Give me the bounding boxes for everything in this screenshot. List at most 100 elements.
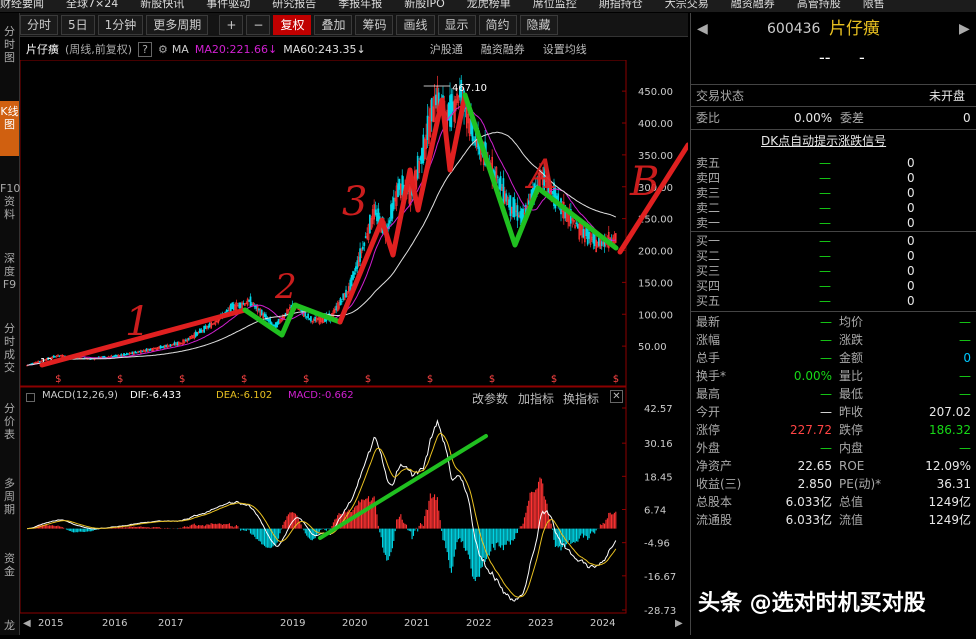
stat-row: 涨幅 — 涨跌 —: [691, 331, 976, 349]
top-menu-item[interactable]: 融资融券: [731, 0, 775, 9]
stat-row: 涨停 227.72 跌停 186.32: [691, 421, 976, 439]
zoom-out-button[interactable]: −: [246, 14, 271, 35]
order-price: —: [819, 264, 831, 278]
tab-intraday[interactable]: 分时: [20, 14, 59, 35]
overlay-button[interactable]: 叠加: [314, 14, 353, 35]
display-button[interactable]: 显示: [437, 14, 476, 35]
order-volume: 0: [907, 156, 915, 170]
top-menu-item[interactable]: 财经要闻: [0, 0, 44, 9]
scroll-left-icon[interactable]: ◀: [23, 618, 31, 629]
left-nav-item[interactable]: 多周期: [0, 473, 19, 528]
candle-body: [185, 339, 187, 342]
stat-row: 流通股 6.033亿 流值 1249亿: [691, 511, 976, 529]
top-menu-item[interactable]: 席位监控: [533, 0, 577, 9]
top-menu-item[interactable]: 龙虎榜单: [467, 0, 511, 9]
candle-body: [173, 342, 176, 346]
top-menu-item[interactable]: 新股快讯: [140, 0, 184, 9]
stat-row: 总股本 6.033亿 总值 1249亿: [691, 493, 976, 511]
draw-line-button[interactable]: 画线: [396, 14, 435, 35]
adjust-button[interactable]: 复权: [273, 14, 312, 35]
gear-icon[interactable]: ⚙: [158, 43, 168, 56]
zoom-in-button[interactable]: +: [219, 14, 244, 35]
candlesticks: [26, 75, 617, 367]
wave-label: 1: [125, 299, 150, 345]
stat-value: —: [959, 369, 971, 383]
top-menu-item[interactable]: 季报年报: [338, 0, 382, 9]
stat-value: 1249亿: [928, 495, 971, 509]
kline-chart[interactable]: 450.00400.00350.00300.00250.00200.00150.…: [19, 59, 691, 635]
tab-1min[interactable]: 1分钟: [97, 14, 144, 35]
prev-stock-icon[interactable]: ◀: [697, 17, 708, 41]
simple-button[interactable]: 简约: [478, 14, 517, 35]
tab-5day[interactable]: 5日: [61, 14, 95, 35]
hide-button[interactable]: 隐藏: [519, 14, 558, 35]
next-stock-icon[interactable]: ▶: [959, 17, 970, 41]
stat-label: 净资产: [696, 459, 733, 473]
tab-more-periods[interactable]: 更多周期: [146, 14, 209, 35]
ask-row: 卖三 — 0: [691, 186, 976, 201]
top-menu-item[interactable]: 大宗交易: [665, 0, 709, 9]
left-nav-item[interactable]: F10资料: [0, 178, 20, 228]
stat-value: —: [959, 387, 971, 401]
candle-body: [162, 346, 165, 348]
candle-body: [345, 289, 347, 298]
top-menu-item[interactable]: 全球7×24: [66, 0, 118, 9]
ma60-value: MA60:243.35: [283, 42, 357, 56]
left-nav-item[interactable]: 分时成交: [0, 318, 19, 378]
scroll-right-icon[interactable]: ▶: [675, 618, 683, 629]
close-icon[interactable]: ✕: [610, 390, 623, 403]
candle-body: [340, 300, 343, 303]
macd-header: MACD(12,26,9) DIF:-6.433 DEA:-6.102 MACD…: [20, 390, 626, 406]
candle-body: [450, 94, 453, 128]
left-nav-item[interactable]: 资金: [0, 548, 19, 598]
candle-body: [249, 296, 252, 307]
link-set-ma[interactable]: 设置均线: [543, 41, 587, 57]
macd-tick-label: 30.16: [644, 439, 673, 450]
top-menu-item[interactable]: 期指持仓: [599, 0, 643, 9]
link-switch-indicator[interactable]: 换指标: [563, 390, 599, 407]
top-menu-item[interactable]: 研究报告: [272, 0, 316, 9]
wave-label: 2: [274, 267, 297, 307]
left-nav-item[interactable]: 龙: [0, 615, 19, 635]
top-menu-item[interactable]: 限售: [863, 0, 885, 9]
price-tick-label: 450.00: [638, 87, 673, 98]
help-icon[interactable]: ?: [138, 41, 152, 57]
signal-link[interactable]: DK点自动提示涨跌信号: [761, 132, 886, 150]
stat-value: —: [959, 441, 971, 455]
chart-area[interactable]: 450.00 400.00 350.00 300.00 250.00 200.00 150.…: [19, 59, 691, 635]
stat-label: 总手: [696, 351, 721, 365]
order-volume: 0: [907, 294, 915, 308]
chips-button[interactable]: 筹码: [355, 14, 394, 35]
left-nav-item[interactable]: K线图: [0, 101, 19, 156]
candle-body: [473, 139, 475, 141]
top-menu-item[interactable]: 高管持股: [797, 0, 841, 9]
candle-body: [165, 344, 168, 347]
macd-axis: 42.57 30.16 18.45 6.74 -4.96 -16.67 -28.73: [622, 404, 676, 617]
candle-body: [169, 344, 172, 347]
stat-label: PE(动)*: [839, 477, 882, 491]
link-margin[interactable]: 融资融券: [481, 41, 525, 57]
link-change-params[interactable]: 改参数: [472, 390, 508, 407]
candle-body: [200, 329, 203, 333]
left-nav-item[interactable]: 深度F9: [0, 248, 19, 298]
candle-body: [356, 260, 359, 269]
order-level-label: 买二: [696, 249, 721, 263]
stat-row: 总手 — 金额 0: [691, 349, 976, 367]
link-hk-connect[interactable]: 沪股通: [430, 41, 463, 57]
link-add-indicator[interactable]: 加指标: [518, 390, 554, 407]
trade-status: 未开盘: [929, 89, 966, 103]
candle-body: [207, 325, 210, 328]
stat-value: —: [820, 315, 832, 329]
left-nav-item[interactable]: 分价表: [0, 398, 19, 448]
left-nav-item[interactable]: 分时图: [0, 21, 19, 71]
top-menu-item[interactable]: 事件驱动: [206, 0, 250, 9]
candle-body: [126, 352, 128, 355]
stat-label: 最高: [696, 387, 721, 401]
stat-row: 净资产 22.65 ROE 12.09%: [691, 457, 976, 475]
top-menu-item[interactable]: 新股IPO: [404, 0, 445, 9]
collapse-icon[interactable]: [26, 393, 35, 402]
candle-body: [203, 325, 205, 333]
macd-value: MACD:-0.662: [288, 390, 354, 401]
candle-body: [225, 309, 228, 313]
candle-body: [31, 362, 34, 365]
